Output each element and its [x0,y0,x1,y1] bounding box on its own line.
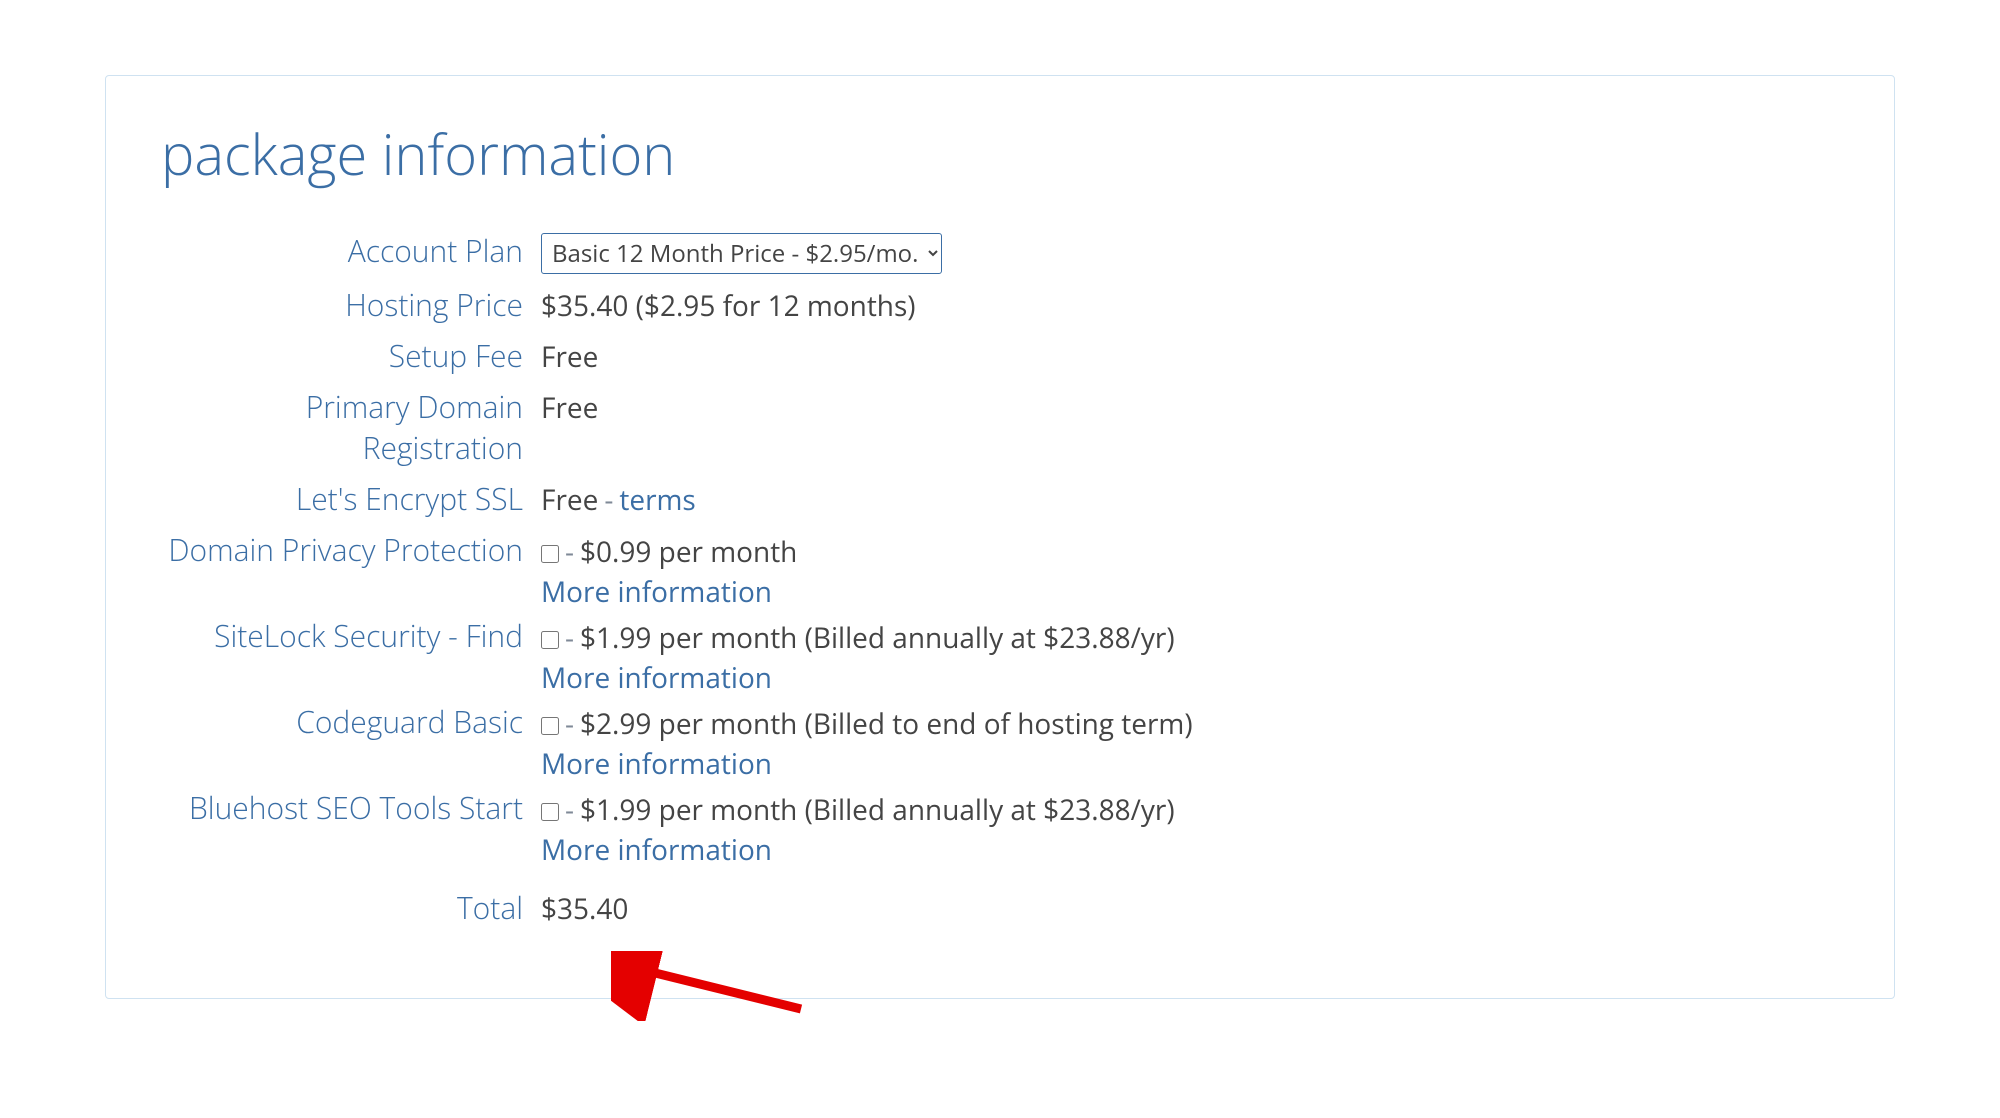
label-seo: Bluehost SEO Tools Start [161,787,541,828]
row-hosting-price: Hosting Price $35.40 ($2.95 for 12 month… [161,284,1839,325]
label-primary-domain: Primary Domain Registration [161,386,541,468]
sitelock-price: $1.99 per month (Billed annually at $23.… [580,619,1175,657]
label-spacer [161,859,541,860]
package-information-panel: package information Account Plan Basic 1… [105,75,1895,999]
value-primary-domain: Free [541,389,598,427]
account-plan-select[interactable]: Basic 12 Month Price - $2.95/mo. [541,233,942,274]
label-codeguard: Codeguard Basic [161,701,541,742]
label-domain-privacy: Domain Privacy Protection [161,529,541,570]
seo-checkbox[interactable] [541,803,559,821]
row-seo-more: More information [161,831,1839,869]
codeguard-price: $2.99 per month (Billed to end of hostin… [580,705,1193,743]
codeguard-checkbox[interactable] [541,717,559,735]
row-sitelock-more: More information [161,659,1839,697]
row-setup-fee: Setup Fee Free [161,335,1839,376]
codeguard-more-link[interactable]: More information [541,745,772,783]
value-ssl: Free - terms [541,481,696,519]
row-codeguard: Codeguard Basic - $2.99 per month (Bille… [161,701,1839,743]
row-domain-privacy-more: More information [161,573,1839,611]
domain-privacy-checkbox[interactable] [541,545,559,563]
seo-price: $1.99 per month (Billed annually at $23.… [580,791,1175,829]
sitelock-more-link[interactable]: More information [541,659,772,697]
row-domain-privacy: Domain Privacy Protection - $0.99 per mo… [161,529,1839,571]
domain-privacy-separator: - [565,533,574,571]
package-rows: Account Plan Basic 12 Month Price - $2.9… [161,230,1839,928]
value-domain-privacy: - $0.99 per month [541,533,797,571]
seo-more-link[interactable]: More information [541,831,772,869]
row-seo: Bluehost SEO Tools Start - $1.99 per mon… [161,787,1839,829]
seo-separator: - [565,791,574,829]
row-account-plan: Account Plan Basic 12 Month Price - $2.9… [161,230,1839,274]
domain-privacy-price: $0.99 per month [580,533,797,571]
label-setup-fee: Setup Fee [161,335,541,376]
value-total: $35.40 [541,890,628,928]
label-account-plan: Account Plan [161,230,541,271]
row-total: Total $35.40 [161,887,1839,928]
ssl-terms-link[interactable]: terms [619,481,695,519]
label-spacer [161,687,541,688]
panel-title: package information [161,116,1839,192]
label-spacer [161,773,541,774]
row-ssl: Let's Encrypt SSL Free - terms [161,478,1839,519]
domain-privacy-more-link[interactable]: More information [541,573,772,611]
label-ssl: Let's Encrypt SSL [161,478,541,519]
annotation-arrow-icon [611,951,811,1021]
label-spacer [161,601,541,602]
row-primary-domain: Primary Domain Registration Free [161,386,1839,468]
row-codeguard-more: More information [161,745,1839,783]
value-codeguard: - $2.99 per month (Billed to end of host… [541,705,1193,743]
sitelock-checkbox[interactable] [541,631,559,649]
sitelock-separator: - [565,619,574,657]
label-sitelock: SiteLock Security - Find [161,615,541,656]
value-seo: - $1.99 per month (Billed annually at $2… [541,791,1175,829]
value-hosting-price: $35.40 ($2.95 for 12 months) [541,287,916,325]
ssl-separator: - [604,481,613,519]
row-sitelock: SiteLock Security - Find - $1.99 per mon… [161,615,1839,657]
value-setup-fee: Free [541,338,598,376]
codeguard-separator: - [565,705,574,743]
ssl-value: Free [541,481,598,519]
value-sitelock: - $1.99 per month (Billed annually at $2… [541,619,1175,657]
label-hosting-price: Hosting Price [161,284,541,325]
label-total: Total [161,887,541,928]
value-account-plan: Basic 12 Month Price - $2.95/mo. [541,233,942,274]
